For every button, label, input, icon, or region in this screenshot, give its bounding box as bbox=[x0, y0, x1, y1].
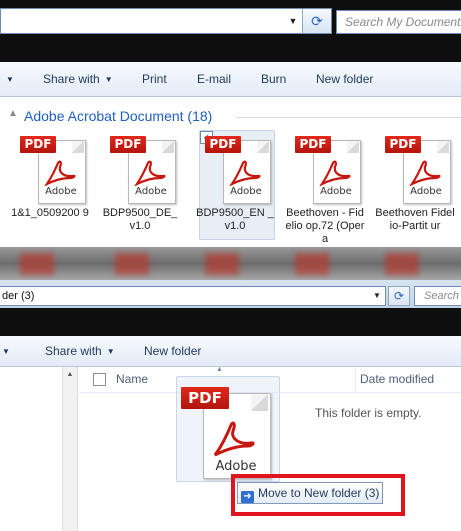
toolbar-overflow-caret-icon[interactable]: ▼ bbox=[0, 336, 10, 366]
empty-folder-message: This folder is empty. bbox=[315, 406, 422, 420]
refresh-icon[interactable]: ⟳ bbox=[388, 286, 410, 306]
address-dropdown-icon[interactable]: ▼ bbox=[285, 9, 301, 33]
drag-preview: PDF Adobe bbox=[176, 376, 280, 482]
refresh-icon[interactable]: ⟳ bbox=[302, 9, 331, 33]
scroll-up-icon[interactable]: ▲ bbox=[62, 368, 78, 382]
file-name-label: BDP9500_DE_ v1.0 bbox=[102, 207, 178, 232]
group-collapse-icon[interactable]: ▲ bbox=[8, 108, 18, 119]
pdf-file-icon: PDF Adobe bbox=[205, 134, 271, 204]
address-dropdown-icon[interactable]: ▼ bbox=[370, 286, 384, 306]
acrobat-swirl-icon bbox=[319, 160, 351, 186]
highlight-annotation-box bbox=[231, 474, 405, 516]
print-button[interactable]: Print bbox=[142, 62, 167, 96]
navigation-pane bbox=[0, 367, 63, 531]
file-name-label: BDP9500_EN _v1.0 bbox=[196, 207, 274, 232]
group-divider bbox=[236, 117, 461, 118]
toolbar-overflow-caret-icon[interactable]: ▼ bbox=[0, 62, 14, 96]
search-input[interactable]: Search bbox=[414, 286, 461, 306]
pdf-file-icon: PDF Adobe bbox=[385, 134, 451, 204]
navigation-scrollbar[interactable] bbox=[62, 367, 78, 531]
new-folder-button[interactable]: New folder bbox=[316, 62, 373, 96]
burn-button[interactable]: Burn bbox=[261, 62, 286, 96]
select-all-checkbox[interactable] bbox=[93, 373, 106, 386]
bottom-command-bar: ▼ Share with ▼ New folder bbox=[0, 336, 461, 367]
pdf-file-icon: PDF Adobe bbox=[20, 134, 86, 204]
column-header-name[interactable]: Name bbox=[116, 372, 148, 386]
sort-indicator-icon: ▲ bbox=[216, 366, 223, 373]
acrobat-swirl-icon bbox=[229, 160, 261, 186]
file-name-label: Beethoven - Fidelio op.72 (Opera bbox=[285, 207, 365, 245]
acrobat-swirl-icon bbox=[134, 160, 166, 186]
pdf-file-icon: PDF Adobe bbox=[295, 134, 361, 204]
share-with-button[interactable]: Share with ▼ bbox=[45, 336, 115, 366]
group-header[interactable]: Adobe Acrobat Document (18) bbox=[24, 108, 212, 124]
top-command-bar: ▼ Share with ▼ Print E-mail Burn New fold… bbox=[0, 62, 461, 97]
new-folder-button[interactable]: New folder bbox=[144, 336, 201, 366]
pdf-file-icon: PDF Adobe bbox=[110, 134, 176, 204]
blurred-window-edge bbox=[0, 247, 461, 280]
email-button[interactable]: E-mail bbox=[197, 62, 231, 96]
file-name-label: Beethoven Fidelio-Partit ur bbox=[375, 207, 455, 232]
search-input[interactable]: Search My Documents bbox=[336, 10, 461, 34]
share-with-button[interactable]: Share with ▼ bbox=[43, 62, 113, 96]
pdf-file-icon: PDF Adobe bbox=[181, 383, 273, 479]
file-name-label: 1&1_0509200 9 bbox=[11, 207, 89, 219]
acrobat-swirl-icon bbox=[44, 160, 76, 186]
chevron-down-icon: ▼ bbox=[104, 75, 113, 84]
top-address-bar[interactable]: ▼ ⟳ bbox=[0, 8, 332, 34]
chevron-down-icon: ▼ bbox=[106, 347, 115, 356]
column-divider[interactable] bbox=[355, 368, 356, 392]
acrobat-swirl-icon bbox=[409, 160, 441, 186]
acrobat-swirl-icon bbox=[213, 421, 255, 457]
bottom-address-bar[interactable]: der (3) bbox=[0, 286, 386, 306]
column-header-date-modified[interactable]: Date modified bbox=[360, 372, 434, 386]
